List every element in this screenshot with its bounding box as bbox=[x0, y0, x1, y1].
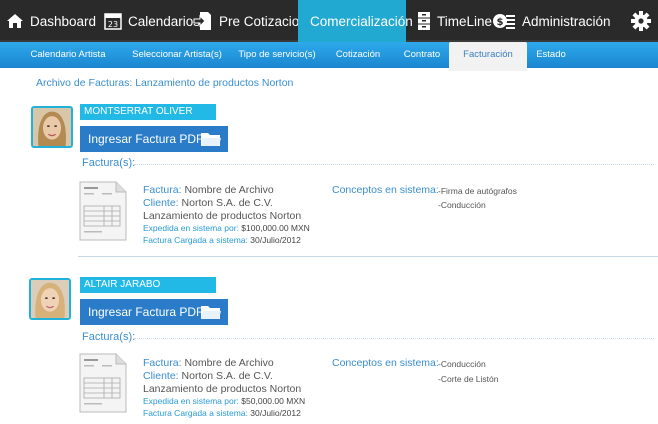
breadcrumb: Archivo de Facturas: Lanzamiento de prod… bbox=[36, 77, 294, 89]
nav-label-timeline: TimeLine bbox=[437, 13, 493, 29]
nav-label-calendarios: Calendarios bbox=[128, 13, 201, 29]
svg-text:$: $ bbox=[497, 17, 504, 28]
pdf-button-label: Ingresar Factura PDF bbox=[88, 305, 204, 319]
expedida-value: $50,000.00 MXN bbox=[241, 396, 306, 406]
cliente-value: Norton S.A. de C.V. bbox=[181, 370, 273, 382]
section-divider bbox=[78, 256, 658, 257]
nav-label-comercializacion: Comercialización bbox=[310, 13, 413, 29]
cargada-value: 30/Julio/2012 bbox=[250, 408, 301, 418]
nav-item-dashboard[interactable]: Dashboard bbox=[6, 0, 96, 42]
tab-calendario-artista[interactable]: Calendario Artista bbox=[18, 42, 118, 68]
top-navigation: Dashboard 23 Calendarios Pre Cotizacione… bbox=[0, 0, 658, 42]
concepto-item: -Corte de Listón bbox=[438, 374, 499, 384]
nav-item-calendarios[interactable]: 23 Calendarios bbox=[104, 0, 200, 42]
tab-estado[interactable]: Estado bbox=[526, 42, 576, 68]
invoice-expedida: Expedida en sistema por: $50,000.00 MXN bbox=[143, 396, 305, 406]
gear-icon[interactable] bbox=[630, 10, 652, 32]
ingresar-factura-pdf-button[interactable]: Ingresar Factura PDF bbox=[80, 126, 228, 152]
ingresar-factura-pdf-button[interactable]: Ingresar Factura PDF bbox=[80, 299, 228, 325]
tab-contrato[interactable]: Contrato bbox=[396, 42, 448, 68]
nav-item-timeline[interactable]: TimeLine bbox=[417, 0, 492, 42]
invoice-factura: Factura: Nombre de Archivo bbox=[143, 357, 274, 369]
invoice-cliente: Cliente: Norton S.A. de C.V. bbox=[143, 197, 273, 209]
factura-key: Factura: bbox=[143, 184, 182, 196]
folder-icon bbox=[201, 306, 221, 319]
tab-seleccionar-artistas[interactable]: Seleccionar Artista(s) bbox=[122, 42, 232, 68]
sub-navigation: Calendario Artista Seleccionar Artista(s… bbox=[0, 42, 658, 71]
artist-photo bbox=[33, 108, 71, 146]
document-arrow-icon bbox=[193, 12, 211, 30]
factura-value: Nombre de Archivo bbox=[184, 357, 274, 369]
concepto-item: -Conducción bbox=[438, 359, 486, 369]
facturas-label: Factura(s): bbox=[82, 331, 136, 343]
invoice-document-icon[interactable] bbox=[78, 180, 128, 242]
folder-icon bbox=[201, 133, 221, 146]
artist-name: MONTSERRAT OLIVER bbox=[80, 104, 216, 120]
tab-tipo-servicio[interactable]: Tipo de servicio(s) bbox=[232, 42, 322, 68]
dotted-divider bbox=[134, 164, 654, 165]
invoice-cargada: Factura Cargada a sistema: 30/Julio/2012 bbox=[143, 235, 301, 245]
conceptos-label: Conceptos en sistema: bbox=[332, 357, 439, 369]
cliente-key: Cliente: bbox=[143, 370, 179, 382]
nav-item-comercializacion[interactable]: Comercialización bbox=[298, 0, 413, 42]
invoice-factura: Factura: Nombre de Archivo bbox=[143, 184, 274, 196]
factura-value: Nombre de Archivo bbox=[184, 184, 274, 196]
pdf-button-label: Ingresar Factura PDF bbox=[88, 132, 204, 146]
concepto-item: -Firma de autógrafos bbox=[438, 186, 517, 196]
cliente-key: Cliente: bbox=[143, 197, 179, 209]
nav-item-administracion[interactable]: $ Administración bbox=[492, 0, 611, 42]
nav-label-administracion: Administración bbox=[522, 13, 611, 29]
tab-cotizacion[interactable]: Cotización bbox=[330, 42, 386, 68]
svg-text:23: 23 bbox=[108, 20, 118, 29]
factura-key: Factura: bbox=[143, 357, 182, 369]
facturas-label: Factura(s): bbox=[82, 157, 136, 169]
cargada-key: Factura Cargada a sistema: bbox=[143, 235, 248, 245]
invoice-project: Lanzamiento de productos Norton bbox=[143, 210, 302, 222]
expedida-key: Expedida en sistema por: bbox=[143, 223, 239, 233]
nav-label-dashboard: Dashboard bbox=[30, 13, 97, 29]
artist-name: ALTAIR JARABO bbox=[80, 277, 216, 293]
cabinet-icon bbox=[418, 12, 430, 30]
expedida-value: $100,000.00 MXN bbox=[241, 223, 310, 233]
avatar bbox=[29, 278, 71, 320]
cargada-key: Factura Cargada a sistema: bbox=[143, 408, 248, 418]
invoice-cliente: Cliente: Norton S.A. de C.V. bbox=[143, 370, 273, 382]
concepto-item: -Conducción bbox=[438, 200, 486, 210]
dotted-divider bbox=[134, 338, 654, 339]
conceptos-label: Conceptos en sistema: bbox=[332, 184, 439, 196]
avatar bbox=[31, 106, 73, 148]
tab-facturacion[interactable]: Facturación bbox=[449, 42, 527, 71]
calendar-icon: 23 bbox=[104, 13, 122, 30]
money-icon: $ bbox=[493, 14, 515, 29]
invoice-expedida: Expedida en sistema por: $100,000.00 MXN bbox=[143, 223, 310, 233]
invoice-project: Lanzamiento de productos Norton bbox=[143, 383, 302, 395]
invoice-document-icon[interactable] bbox=[78, 352, 128, 414]
cliente-value: Norton S.A. de C.V. bbox=[181, 197, 273, 209]
invoice-cargada: Factura Cargada a sistema: 30/Julio/2012 bbox=[143, 408, 301, 418]
expedida-key: Expedida en sistema por: bbox=[143, 396, 239, 406]
cargada-value: 30/Julio/2012 bbox=[250, 235, 301, 245]
artist-photo bbox=[31, 280, 69, 318]
home-icon bbox=[7, 14, 23, 28]
